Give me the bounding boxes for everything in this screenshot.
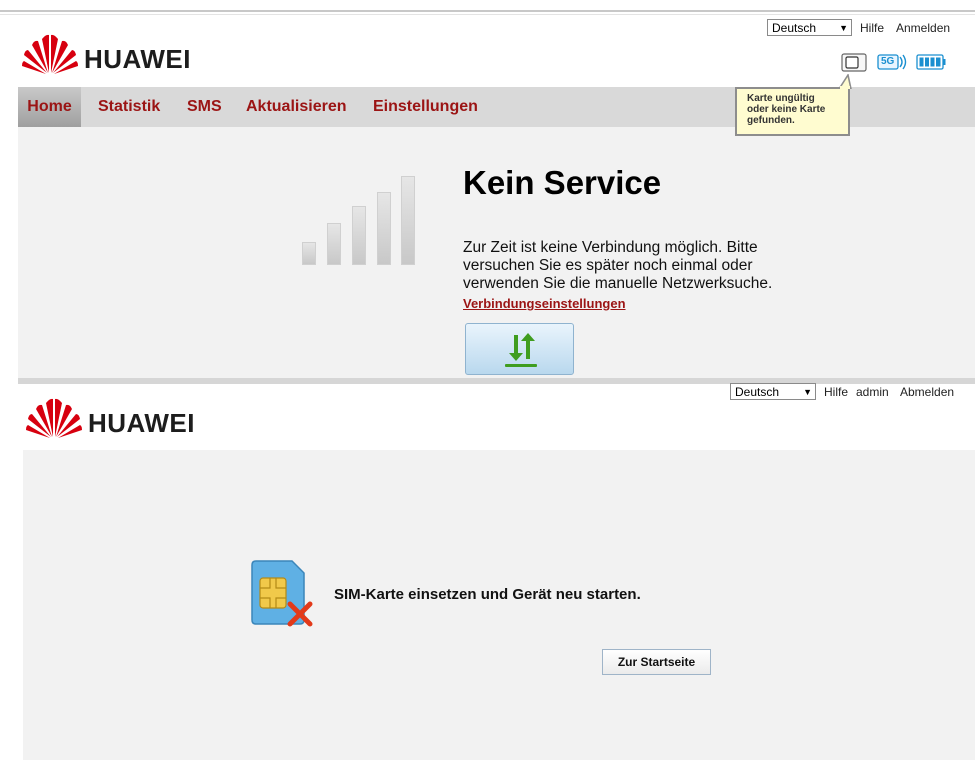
panel-separator <box>18 378 975 384</box>
data-transfer-icon <box>504 331 538 369</box>
connect-button[interactable] <box>465 323 574 375</box>
help-link[interactable]: Hilfe <box>860 21 884 35</box>
language-select-value: Deutsch <box>735 385 780 399</box>
signal-strength-icon <box>300 176 418 265</box>
huawei-logo-text: HUAWEI <box>88 408 195 438</box>
home-page-button[interactable]: Zur Startseite <box>602 649 711 675</box>
sim-card-icon[interactable] <box>841 53 867 72</box>
signal-bar <box>352 206 366 265</box>
tooltip-text: Karte ungültig oder keine Karte gefunden… <box>747 93 826 126</box>
tooltip-pointer <box>837 72 852 90</box>
window-border <box>0 10 975 12</box>
battery-icon[interactable] <box>916 54 946 70</box>
nav-sms[interactable]: SMS <box>187 87 222 127</box>
user-name: admin <box>856 385 889 399</box>
nav-update[interactable]: Aktualisieren <box>246 87 346 127</box>
logout-link[interactable]: Abmelden <box>900 385 954 399</box>
window-border-inner <box>0 14 975 15</box>
language-select-2[interactable]: Deutsch ▼ <box>730 383 816 400</box>
huawei-logo-icon <box>22 33 78 75</box>
sim-card-error-icon <box>250 558 314 628</box>
sim-error-panel <box>23 450 975 760</box>
chevron-down-icon: ▼ <box>803 387 812 397</box>
huawei-logo-text: HUAWEI <box>84 44 191 74</box>
signal-bar <box>327 223 341 265</box>
help-link-2[interactable]: Hilfe <box>824 385 848 399</box>
signal-bar <box>302 242 316 265</box>
login-link[interactable]: Anmelden <box>896 21 950 35</box>
signal-bar <box>401 176 415 265</box>
connection-settings-link[interactable]: Verbindungseinstellungen <box>463 296 626 311</box>
status-message: Zur Zeit ist keine Verbindung möglich. B… <box>463 239 773 292</box>
language-select[interactable]: Deutsch ▼ <box>767 19 852 36</box>
sim-error-message: SIM-Karte einsetzen und Gerät neu starte… <box>334 586 641 603</box>
nav-home[interactable]: Home <box>18 87 81 127</box>
network-type-label: 5G <box>881 56 895 67</box>
sim-status-tooltip: Karte ungültig oder keine Karte gefunden… <box>735 87 850 136</box>
nav-settings[interactable]: Einstellungen <box>373 87 478 127</box>
status-title: Kein Service <box>463 164 662 201</box>
language-select-value: Deutsch <box>772 21 817 35</box>
chevron-down-icon: ▼ <box>839 23 848 33</box>
huawei-logo-icon <box>26 397 82 439</box>
signal-bar <box>377 192 391 265</box>
5g-signal-icon[interactable]: 5G <box>877 52 907 72</box>
nav-statistics[interactable]: Statistik <box>98 87 160 127</box>
